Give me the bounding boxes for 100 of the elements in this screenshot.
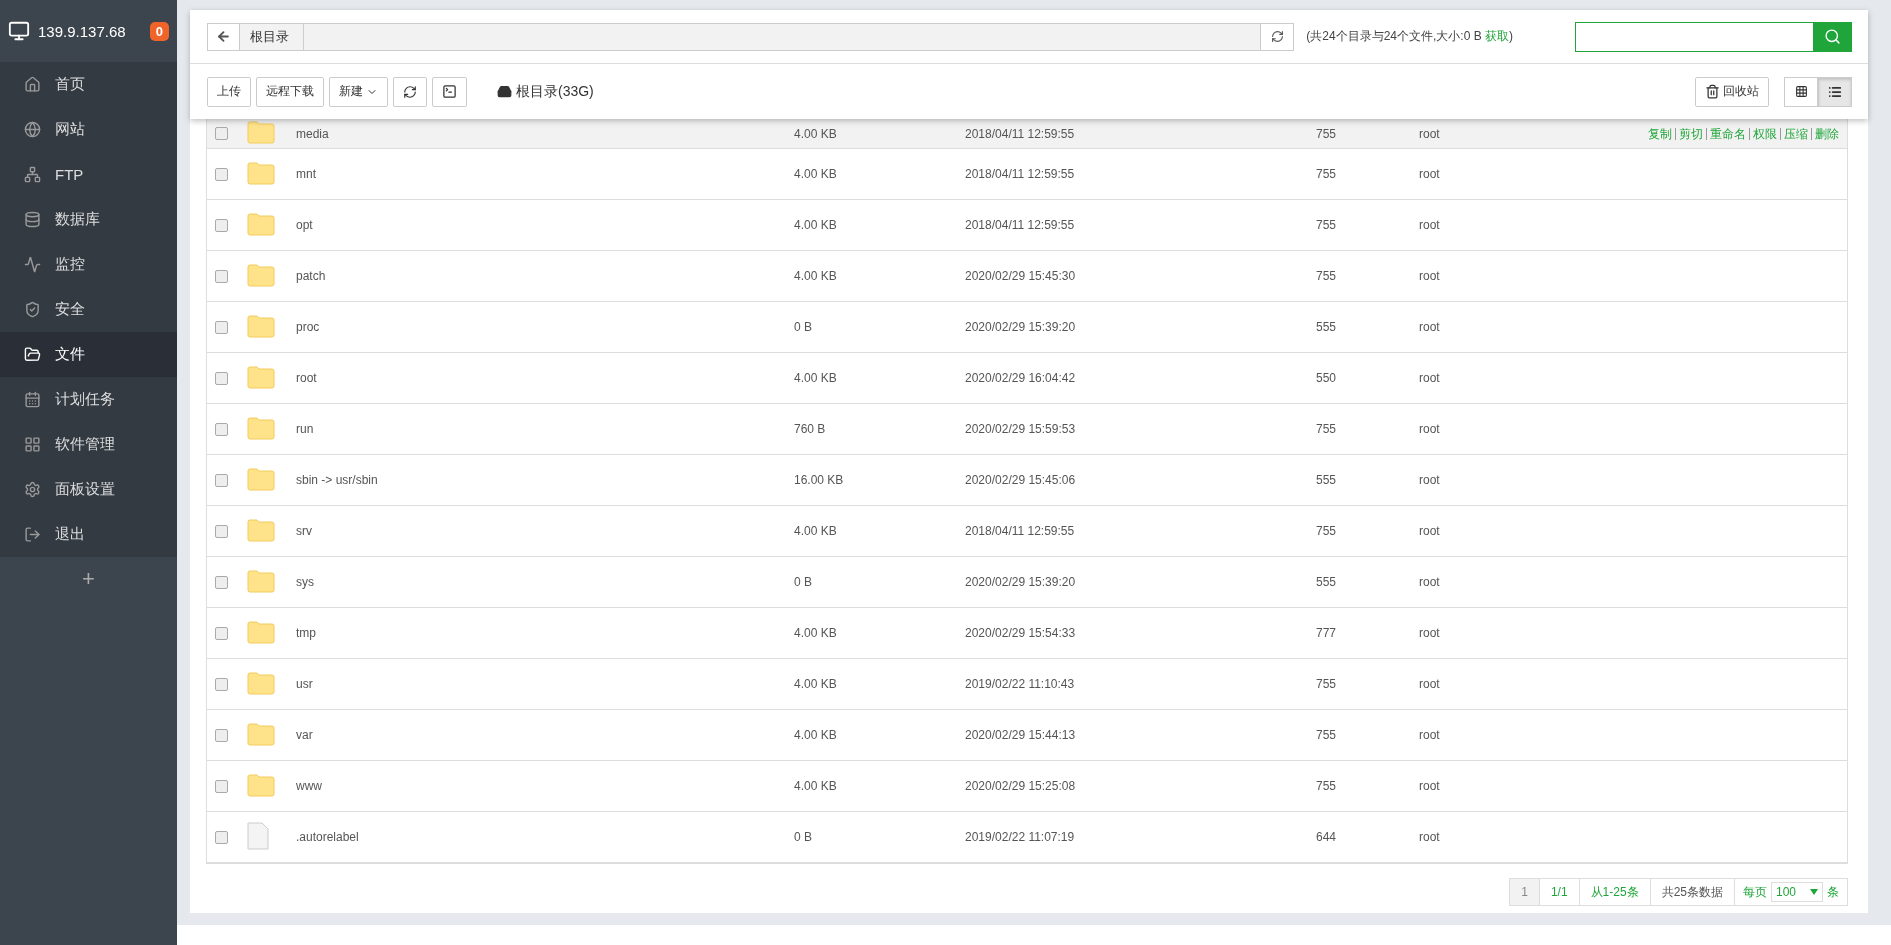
refresh-button[interactable] xyxy=(393,76,427,107)
sidebar-item[interactable]: 退出 xyxy=(0,512,177,557)
pagination-item: 共25条数据 xyxy=(1649,878,1735,906)
file-icon xyxy=(247,821,269,850)
row-checkbox[interactable] xyxy=(215,167,228,181)
file-name[interactable]: run xyxy=(296,422,794,436)
folder-icon xyxy=(247,313,275,338)
file-name[interactable]: root xyxy=(296,371,794,385)
file-name[interactable]: tmp xyxy=(296,626,794,640)
list-view-button[interactable] xyxy=(1818,76,1852,107)
owner: root xyxy=(1419,167,1441,181)
modified-time: 2020/02/29 15:45:30 xyxy=(965,269,1077,283)
file-name[interactable]: mnt xyxy=(296,167,794,181)
folder-icon xyxy=(247,415,275,440)
row-checkbox[interactable] xyxy=(215,524,228,538)
owner: root xyxy=(1419,422,1441,436)
caret-icon xyxy=(1810,889,1818,895)
file-name[interactable]: sys xyxy=(296,575,794,589)
refresh-icon xyxy=(1270,30,1284,43)
permissions: 555 xyxy=(1316,575,1338,589)
modified-time: 2018/04/11 12:59:55 xyxy=(965,524,1076,538)
row-checkbox[interactable] xyxy=(215,830,228,844)
search-button[interactable] xyxy=(1813,22,1851,51)
folder-icon xyxy=(247,364,275,389)
file-name[interactable]: media xyxy=(296,126,794,141)
search-icon xyxy=(1823,28,1841,45)
network-icon xyxy=(24,166,41,183)
row-checkbox[interactable] xyxy=(215,127,228,140)
file-size: 16.00 KB xyxy=(794,473,845,487)
terminal-button[interactable] xyxy=(432,76,467,107)
permissions: 777 xyxy=(1316,626,1338,640)
file-row[interactable]: media 4.00 KB 2018/04/11 12:59:55 755 root 复制 剪切 重命名 权限 压缩 删除 xyxy=(207,119,1847,149)
owner: root xyxy=(1419,269,1441,283)
folder-icon xyxy=(247,568,275,593)
row-checkbox[interactable] xyxy=(215,779,228,793)
search-field[interactable] xyxy=(1575,21,1852,52)
disk-name: 根目录(33G) xyxy=(516,82,594,101)
toolbar-button[interactable]: 上传 xyxy=(207,76,251,107)
row-checkbox[interactable] xyxy=(215,728,228,742)
row-checkbox[interactable] xyxy=(215,371,228,385)
sidebar-item[interactable]: 首页 xyxy=(0,62,177,107)
file-size: 0 B xyxy=(794,320,813,334)
sidebar-item[interactable]: 安全 xyxy=(0,287,177,332)
shield-icon xyxy=(24,301,41,318)
file-name[interactable]: www xyxy=(296,779,794,793)
row-checkbox[interactable] xyxy=(215,473,228,487)
file-name[interactable]: var xyxy=(296,728,794,742)
file-name[interactable]: sbin -> usr/sbin xyxy=(296,473,794,487)
file-name[interactable]: srv xyxy=(296,524,794,538)
row-checkbox[interactable] xyxy=(215,626,228,640)
file-name[interactable]: .autorelabel xyxy=(296,830,794,844)
row-checkbox[interactable] xyxy=(215,575,228,589)
permissions: 550 xyxy=(1316,371,1338,385)
back-button[interactable] xyxy=(207,22,240,51)
sidebar-item[interactable]: 面板设置 xyxy=(0,467,177,512)
grid-icon xyxy=(1794,85,1808,98)
file-name[interactable]: opt xyxy=(296,218,794,232)
row-checkbox[interactable] xyxy=(215,422,228,436)
file-size: 4.00 KB xyxy=(794,677,838,691)
sidebar-item[interactable]: 软件管理 xyxy=(0,422,177,467)
settings-icon xyxy=(24,481,41,498)
folder-icon xyxy=(247,517,275,542)
sidebar-item[interactable]: 网站 xyxy=(0,107,177,152)
file-name[interactable]: patch xyxy=(296,269,794,283)
breadcrumb-item[interactable]: 根目录 xyxy=(240,23,304,50)
file-name[interactable]: usr xyxy=(296,677,794,691)
toolbar-button[interactable]: 远程下载 xyxy=(256,76,324,107)
modified-time: 2020/02/29 15:25:08 xyxy=(965,779,1077,793)
sidebar-item[interactable]: 计划任务 xyxy=(0,377,177,422)
add-button[interactable]: + xyxy=(68,563,109,595)
grid-view-button[interactable] xyxy=(1784,76,1818,107)
permissions: 755 xyxy=(1316,167,1338,181)
modified-time: 2020/02/29 15:59:53 xyxy=(965,422,1077,436)
row-checkbox[interactable] xyxy=(215,677,228,691)
owner: root xyxy=(1419,218,1441,232)
row-checkbox[interactable] xyxy=(215,320,228,334)
file-size: 4.00 KB xyxy=(794,626,838,640)
folder-icon xyxy=(247,160,275,185)
permissions: 755 xyxy=(1316,269,1338,283)
file-name[interactable]: proc xyxy=(296,320,794,334)
recycle-bin-button[interactable]: 回收站 xyxy=(1695,76,1769,107)
sidebar-item[interactable]: 文件 xyxy=(0,332,177,377)
sidebar-item[interactable]: 数据库 xyxy=(0,197,177,242)
list-icon xyxy=(1828,84,1842,99)
sidebar-item[interactable]: 监控 xyxy=(0,242,177,287)
sidebar-item[interactable]: FTP xyxy=(0,152,177,197)
directory-summary: (共24个目录与24个文件,大小:0 B 获取) xyxy=(1306,28,1513,45)
owner: root xyxy=(1419,320,1441,334)
owner: root xyxy=(1419,524,1441,538)
trash-icon xyxy=(1705,84,1720,99)
folder-icon xyxy=(247,262,275,287)
refresh-icon xyxy=(403,84,417,99)
per-page-unit: 条 xyxy=(1827,883,1839,901)
row-checkbox[interactable] xyxy=(215,218,228,232)
new-dropdown-button[interactable]: 新建 xyxy=(329,76,388,107)
globe-icon xyxy=(24,121,41,138)
per-page-label: 每页 xyxy=(1743,883,1767,901)
row-checkbox[interactable] xyxy=(215,269,228,283)
refresh-path-button[interactable] xyxy=(1260,22,1295,51)
file-size: 4.00 KB xyxy=(794,779,838,793)
